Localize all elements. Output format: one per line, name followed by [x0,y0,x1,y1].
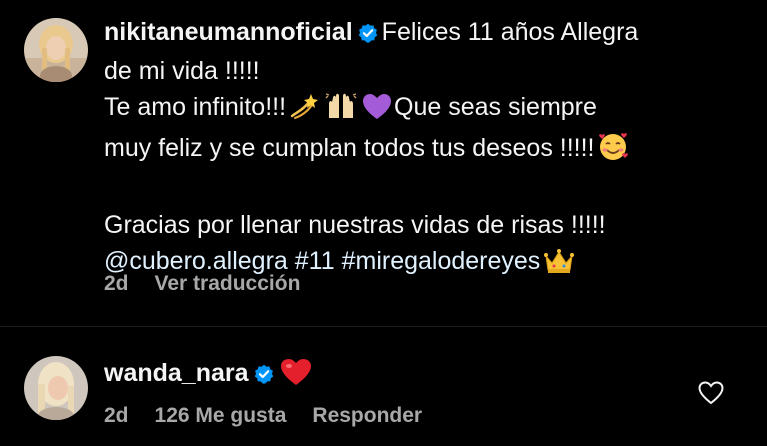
red-heart-emoji [280,359,311,395]
raised-hands-emoji [325,92,357,130]
caption-line-3: Te amo infinito!!! Que seas siempre [104,89,744,130]
post-author-username[interactable]: nikitaneumannoficial [104,18,353,46]
reply-likes-count[interactable]: 126 Me gusta [155,404,287,427]
see-translation-button[interactable]: Ver traducción [155,272,301,295]
caption-line-6: Gracias por llenar nuestras vidas de ris… [104,211,606,239]
post-caption: nikitaneumannoficial Felices 11 años Alle… [104,14,744,284]
crown-emoji [543,248,575,284]
dizzy-emoji [289,92,319,130]
smiling-face-with-hearts-emoji [598,131,628,171]
section-divider [0,326,767,327]
hashtag-link-11[interactable]: #11 [295,247,335,275]
post-meta-row: 2d Ver traducción [104,272,326,296]
verified-badge-icon [254,359,274,393]
caption-line-1: nikitaneumannoficial Felices 11 años Alle… [104,14,744,53]
caption-text-4: muy feliz y se cumplan todos tus deseos … [104,134,595,162]
caption-line-4: muy feliz y se cumplan todos tus deseos … [104,130,744,171]
reply-author-avatar[interactable] [24,356,88,420]
post-author-avatar[interactable] [24,18,88,82]
reply-button[interactable]: Responder [312,404,422,427]
caption-text-3b: Que seas siempre [394,93,597,121]
mention-link[interactable]: @cubero.allegra [104,247,288,275]
purple-heart-emoji [363,94,392,130]
reply-author-username[interactable]: wanda_nara [104,359,249,387]
reply-meta-row: 2d 126 Me gusta Responder [104,404,448,428]
verified-badge-icon [358,17,378,53]
reply-comment: wanda_nara [104,356,314,395]
caption-text-1: Felices 11 años Allegra [381,18,639,46]
reply-timestamp: 2d [104,404,129,427]
post-timestamp: 2d [104,272,129,295]
caption-text-3: Te amo infinito!!! [104,93,287,121]
caption-line-2: de mi vida !!!!! [104,57,260,85]
hashtag-link-miregalodereyes[interactable]: #miregalodereyes [342,247,541,275]
heart-outline-icon[interactable] [698,381,724,410]
